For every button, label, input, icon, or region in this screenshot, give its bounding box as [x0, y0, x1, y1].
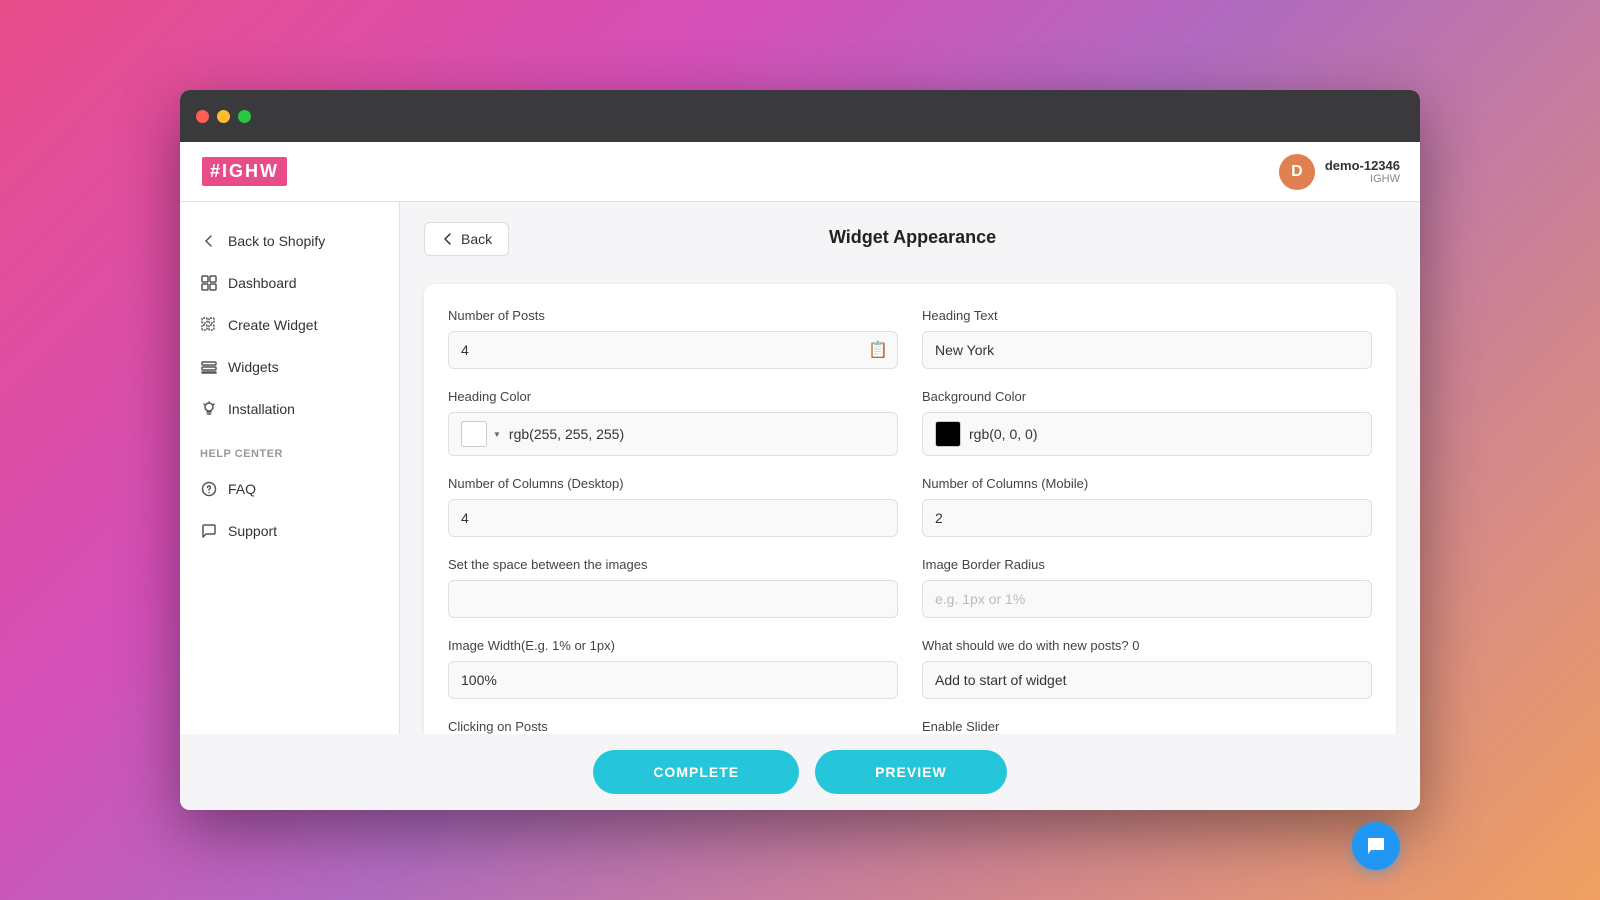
image-width-label: Image Width(E.g. 1% or 1px) — [448, 638, 898, 653]
num-columns-mobile-group: Number of Columns (Mobile) — [922, 476, 1372, 537]
sidebar-item-back-to-shopify[interactable]: Back to Shopify — [180, 222, 399, 260]
preview-button[interactable]: PREVIEW — [815, 750, 1007, 794]
logo-box: #IGHW — [200, 155, 289, 188]
sidebar-item-widgets[interactable]: Widgets — [180, 348, 399, 386]
heading-text-group: Heading Text — [922, 308, 1372, 369]
heading-text-label: Heading Text — [922, 308, 1372, 323]
bottom-bar: COMPLETE PREVIEW — [180, 734, 1420, 810]
num-columns-mobile-input[interactable] — [922, 499, 1372, 537]
space-between-group: Set the space between the images — [448, 557, 898, 618]
logo-name: IGHW — [222, 161, 279, 181]
app-window: #IGHW D demo-12346 IGHW Back to Shopify — [180, 90, 1420, 810]
background-color-group: Background Color rgb(0, 0, 0) — [922, 389, 1372, 456]
user-name: demo-12346 — [1325, 158, 1400, 173]
num-columns-mobile-label: Number of Columns (Mobile) — [922, 476, 1372, 491]
avatar: D — [1279, 154, 1315, 190]
form-card: Number of Posts 📋 Heading Text Heading — [424, 284, 1396, 734]
sidebar-label: Create Widget — [228, 317, 317, 333]
number-of-posts-label: Number of Posts — [448, 308, 898, 323]
complete-button[interactable]: COMPLETE — [593, 750, 799, 794]
content-area: Back Widget Appearance Number of Posts 📋 — [400, 202, 1420, 734]
number-of-posts-wrapper: 📋 — [448, 331, 898, 369]
sidebar-label: FAQ — [228, 481, 256, 497]
sidebar-label: Widgets — [228, 359, 279, 375]
space-between-label: Set the space between the images — [448, 557, 898, 572]
sidebar-label: Back to Shopify — [228, 233, 325, 249]
number-of-posts-group: Number of Posts 📋 — [448, 308, 898, 369]
num-columns-desktop-group: Number of Columns (Desktop) — [448, 476, 898, 537]
sidebar-item-installation[interactable]: Installation — [180, 390, 399, 428]
user-info: D demo-12346 IGHW — [1279, 154, 1400, 190]
enable-slider-label: Enable Slider — [922, 719, 1372, 734]
layers-icon — [200, 358, 218, 376]
sidebar-label: Installation — [228, 401, 295, 417]
grid-icon — [200, 274, 218, 292]
close-button[interactable] — [196, 110, 209, 123]
maximize-button[interactable] — [238, 110, 251, 123]
back-label: Back — [461, 231, 492, 247]
help-center-label: HELP CENTER — [180, 432, 399, 466]
sidebar-item-create-widget[interactable]: Create Widget — [180, 306, 399, 344]
arrow-left-icon — [441, 232, 455, 246]
chat-icon — [200, 522, 218, 540]
heading-text-input[interactable] — [922, 331, 1372, 369]
background-color-swatch — [935, 421, 961, 447]
image-width-input[interactable] — [448, 661, 898, 699]
arrow-left-icon — [200, 232, 218, 250]
page-title: Widget Appearance — [829, 227, 996, 248]
image-border-radius-input[interactable] — [922, 580, 1372, 618]
bulb-icon — [200, 400, 218, 418]
question-icon — [200, 480, 218, 498]
new-posts-input[interactable] — [922, 661, 1372, 699]
heading-color-input[interactable]: ▼ rgb(255, 255, 255) — [448, 412, 898, 456]
form-grid: Number of Posts 📋 Heading Text Heading — [448, 308, 1372, 734]
space-between-input[interactable] — [448, 580, 898, 618]
logo: #IGHW — [200, 155, 289, 188]
back-button[interactable]: Back — [424, 222, 509, 256]
heading-color-label: Heading Color — [448, 389, 898, 404]
enable-slider-group: Enable Slider — [922, 719, 1372, 734]
background-color-value: rgb(0, 0, 0) — [969, 426, 1037, 442]
header-bar: #IGHW D demo-12346 IGHW — [180, 142, 1420, 202]
new-posts-label: What should we do with new posts? 0 — [922, 638, 1372, 653]
sidebar-item-dashboard[interactable]: Dashboard — [180, 264, 399, 302]
clicking-on-posts-group: Clicking on Posts — [448, 719, 898, 734]
heading-color-value: rgb(255, 255, 255) — [509, 426, 624, 442]
user-text: demo-12346 IGHW — [1325, 158, 1400, 185]
minimize-button[interactable] — [217, 110, 230, 123]
logo-hash: # — [210, 161, 222, 181]
number-of-posts-input[interactable] — [448, 331, 898, 369]
heading-color-swatch — [461, 421, 487, 447]
image-width-group: Image Width(E.g. 1% or 1px) — [448, 638, 898, 699]
sidebar-item-faq[interactable]: FAQ — [180, 470, 399, 508]
sidebar: Back to Shopify Dashboard — [180, 202, 400, 734]
sidebar-label: Dashboard — [228, 275, 297, 291]
chat-bubble[interactable] — [1352, 822, 1400, 870]
image-border-radius-label: Image Border Radius — [922, 557, 1372, 572]
clipboard-icon: 📋 — [868, 340, 888, 360]
sidebar-label: Support — [228, 523, 277, 539]
main-layout: Back to Shopify Dashboard — [180, 202, 1420, 734]
num-columns-desktop-input[interactable] — [448, 499, 898, 537]
new-posts-group: What should we do with new posts? 0 — [922, 638, 1372, 699]
num-columns-desktop-label: Number of Columns (Desktop) — [448, 476, 898, 491]
plus-grid-icon — [200, 316, 218, 334]
traffic-lights — [196, 110, 251, 123]
titlebar — [180, 90, 1420, 142]
chat-bubble-icon — [1364, 834, 1388, 858]
background-color-label: Background Color — [922, 389, 1372, 404]
image-border-radius-group: Image Border Radius — [922, 557, 1372, 618]
clicking-on-posts-label: Clicking on Posts — [448, 719, 898, 734]
user-org: IGHW — [1325, 173, 1400, 185]
sidebar-item-support[interactable]: Support — [180, 512, 399, 550]
background-color-input[interactable]: rgb(0, 0, 0) — [922, 412, 1372, 456]
heading-color-group: Heading Color ▼ rgb(255, 255, 255) — [448, 389, 898, 456]
